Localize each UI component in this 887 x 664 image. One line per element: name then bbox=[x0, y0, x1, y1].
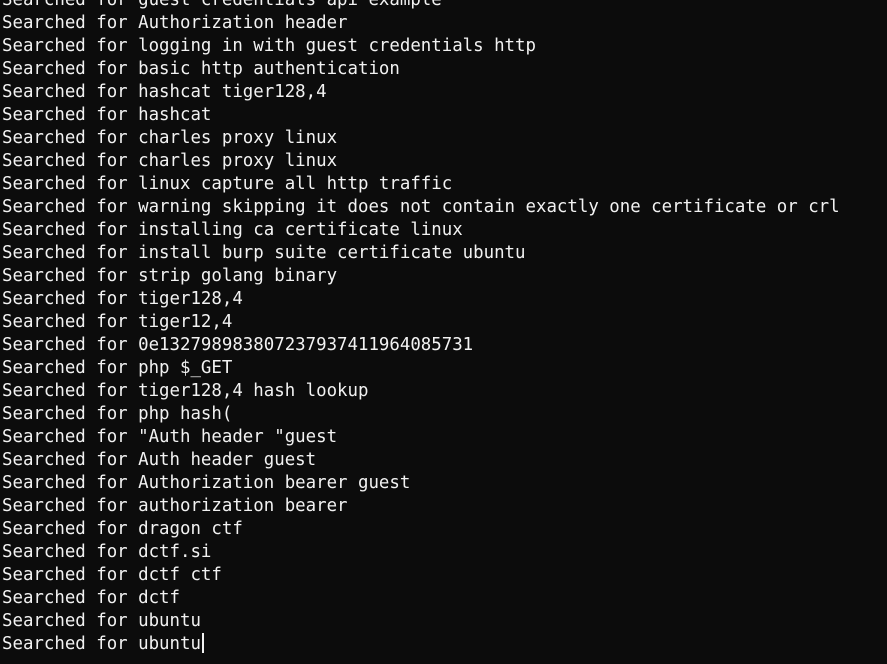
terminal-line: Searched for Auth header guest bbox=[2, 449, 840, 472]
terminal-line-text: Searched for dctf.si bbox=[2, 542, 212, 562]
terminal-line: Searched for installing ca certificate l… bbox=[2, 219, 840, 242]
terminal-line-text: Searched for warning skipping it does no… bbox=[2, 197, 840, 217]
terminal-line-text: Searched for Authorization bearer guest bbox=[2, 473, 411, 493]
terminal-line-text: Searched for strip golang binary bbox=[2, 266, 338, 286]
terminal-line: Searched for hashcat bbox=[2, 104, 840, 127]
terminal-line-text: Searched for ubuntu bbox=[2, 634, 201, 654]
terminal-line-text: Searched for tiger128,4 bbox=[2, 289, 243, 309]
terminal-line-text: Searched for dctf bbox=[2, 588, 180, 608]
terminal-line-text: Searched for guest credentials api examp… bbox=[2, 0, 442, 10]
terminal-line-text: Searched for charles proxy linux bbox=[2, 128, 338, 148]
terminal-line: Searched for basic http authentication bbox=[2, 58, 840, 81]
terminal-line: Searched for authorization bearer bbox=[2, 495, 840, 518]
terminal-line: Searched for install burp suite certific… bbox=[2, 242, 840, 265]
terminal-line-text: Searched for hashcat tiger128,4 bbox=[2, 82, 327, 102]
terminal-line: Searched for ubuntu bbox=[2, 610, 840, 633]
terminal-line-text: Searched for installing ca certificate l… bbox=[2, 220, 463, 240]
terminal-line-text: Searched for dragon ctf bbox=[2, 519, 243, 539]
terminal-line: Searched for php hash( bbox=[2, 403, 840, 426]
terminal-line-text: Searched for linux capture all http traf… bbox=[2, 174, 453, 194]
terminal-line-text: Searched for ubuntu bbox=[2, 611, 201, 631]
terminal-line-text: Searched for 0e1327989838072379374119640… bbox=[2, 335, 474, 355]
terminal-line: Searched for dctf ctf bbox=[2, 564, 840, 587]
terminal-line-text: Searched for hashcat bbox=[2, 105, 212, 125]
terminal-line-text: Searched for tiger128,4 hash lookup bbox=[2, 381, 369, 401]
terminal-line: Searched for Authorization bearer guest bbox=[2, 472, 840, 495]
terminal-window[interactable]: Searched for guest credentials api examp… bbox=[0, 0, 887, 664]
terminal-line: Searched for dctf bbox=[2, 587, 840, 610]
terminal-line: Searched for 0e1327989838072379374119640… bbox=[2, 334, 840, 357]
terminal-line: Searched for strip golang binary bbox=[2, 265, 840, 288]
terminal-line-text: Searched for php hash( bbox=[2, 404, 233, 424]
terminal-line-text: Searched for logging in with guest crede… bbox=[2, 36, 536, 56]
terminal-line-text: Searched for php $_GET bbox=[2, 358, 233, 378]
terminal-line: Searched for tiger128,4 bbox=[2, 288, 840, 311]
terminal-line: Searched for linux capture all http traf… bbox=[2, 173, 840, 196]
terminal-line: Searched for php $_GET bbox=[2, 357, 840, 380]
terminal-line: Searched for charles proxy linux bbox=[2, 150, 840, 173]
terminal-line-text: Searched for Authorization header bbox=[2, 13, 348, 33]
terminal-line: Searched for charles proxy linux bbox=[2, 127, 840, 150]
terminal-line-text: Searched for tiger12,4 bbox=[2, 312, 233, 332]
terminal-line: Searched for tiger12,4 bbox=[2, 311, 840, 334]
terminal-line: Searched for guest credentials api examp… bbox=[2, 0, 840, 12]
terminal-line: Searched for dctf.si bbox=[2, 541, 840, 564]
terminal-line-text: Searched for "Auth header "guest bbox=[2, 427, 338, 447]
terminal-line-text: Searched for authorization bearer bbox=[2, 496, 348, 516]
terminal-line-text: Searched for dctf ctf bbox=[2, 565, 222, 585]
terminal-line: Searched for dragon ctf bbox=[2, 518, 840, 541]
terminal-line-text: Searched for basic http authentication bbox=[2, 59, 400, 79]
terminal-line-text: Searched for Auth header guest bbox=[2, 450, 317, 470]
terminal-line-text: Searched for charles proxy linux bbox=[2, 151, 338, 171]
terminal-line: Searched for "Auth header "guest bbox=[2, 426, 840, 449]
terminal-line: Searched for Authorization header bbox=[2, 12, 840, 35]
terminal-line: Searched for tiger128,4 hash lookup bbox=[2, 380, 840, 403]
terminal-line: Searched for ubuntu bbox=[2, 632, 840, 656]
terminal-line: Searched for hashcat tiger128,4 bbox=[2, 81, 840, 104]
terminal-output: Searched for guest credentials api examp… bbox=[2, 0, 840, 656]
terminal-line: Searched for warning skipping it does no… bbox=[2, 196, 840, 219]
text-cursor bbox=[201, 632, 204, 653]
terminal-line-text: Searched for install burp suite certific… bbox=[2, 243, 526, 263]
terminal-line: Searched for logging in with guest crede… bbox=[2, 35, 840, 58]
